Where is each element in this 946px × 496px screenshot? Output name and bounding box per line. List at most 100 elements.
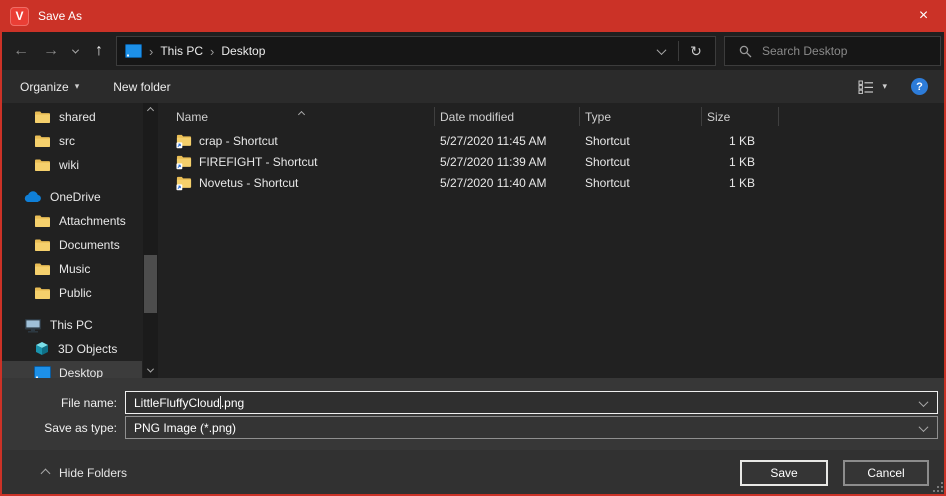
sidebar-item-label: This PC [50,318,93,332]
search-icon [739,45,752,58]
chevron-down-icon [919,422,929,432]
sidebar-item-label: Desktop [59,366,103,378]
up-button[interactable]: ↑ [84,42,114,60]
organize-label: Organize [20,80,69,94]
file-row[interactable]: Novetus - Shortcut 5/27/2020 11:40 AM Sh… [160,172,946,193]
search-input[interactable]: Search Desktop [724,36,941,66]
computer-icon [24,318,42,333]
scroll-up-button[interactable] [143,103,158,118]
window-title: Save As [38,9,901,23]
file-name: FIREFIGHT - Shortcut [199,155,317,169]
hide-folders-button[interactable]: Hide Folders [42,466,740,480]
file-type: Shortcut [579,151,701,172]
file-name-value-stem: LittleFluffyCloud [134,396,220,410]
folder-icon [34,158,51,172]
forward-arrow-icon: → [43,42,59,59]
file-date-modified: 5/27/2020 11:40 AM [434,172,579,193]
forward-button[interactable]: → [36,42,66,60]
sidebar-item-desktop[interactable]: Desktop [0,361,142,378]
file-name: crap - Shortcut [199,134,278,148]
dropdown-triangle-icon: ▾ [75,81,80,92]
up-arrow-icon: ↑ [95,42,103,59]
scrollbar-thumb[interactable] [144,255,157,313]
sidebar-item-attachments[interactable]: Attachments [0,209,142,233]
address-bar[interactable]: › This PC › Desktop ↻ [116,36,716,66]
breadcrumb-desktop[interactable]: Desktop [221,44,265,58]
sidebar-item-label: src [59,134,75,148]
navigation-bar: ← → ↑ › This PC › Desktop ↻ [0,32,946,70]
sidebar-item-label: Music [59,262,90,276]
hide-folders-label: Hide Folders [59,466,127,480]
column-header-size[interactable]: Size [701,103,779,130]
breadcrumb-this-pc[interactable]: This PC [160,44,203,58]
sidebar-item-documents[interactable]: Documents [0,233,142,257]
folder-shortcut-icon [176,175,192,191]
file-row[interactable]: crap - Shortcut 5/27/2020 11:45 AM Short… [160,130,946,151]
folder-shortcut-icon [176,133,192,149]
file-date-modified: 5/27/2020 11:39 AM [434,151,579,172]
breadcrumb-separator-icon: › [210,44,214,59]
title-bar: V Save As × [0,0,946,32]
sidebar-item-onedrive[interactable]: OneDrive [0,185,142,209]
onedrive-cloud-icon [24,191,42,203]
command-toolbar: Organize ▾ New folder ▾ ? [0,70,946,103]
sidebar-item-label: Public [59,286,92,300]
desktop-icon [34,366,51,378]
save-as-dialog: V Save As × ← → ↑ › This PC › Desktop ↻ [0,0,946,496]
file-list: Name Date modified Type Size crap - Shor… [160,103,946,378]
sidebar-item-3d-objects[interactable]: 3D Objects [0,337,142,361]
cube-icon [34,341,50,357]
fields-panel: File name: LittleFluffyCloud.png Save as… [0,378,946,450]
refresh-button[interactable]: ↻ [683,43,709,60]
folder-icon [34,214,51,228]
folder-icon [34,262,51,276]
view-mode-button[interactable]: ▾ [858,80,887,94]
chevron-down-icon [919,397,929,407]
file-name-label: File name: [0,396,125,410]
file-row[interactable]: FIREFIGHT - Shortcut 5/27/2020 11:39 AM … [160,151,946,172]
sidebar-item-label: Attachments [59,214,126,228]
save-button[interactable]: Save [740,460,828,486]
back-arrow-icon: ← [13,42,29,59]
save-as-type-label: Save as type: [0,421,125,435]
sidebar-item-shared[interactable]: shared [0,105,142,129]
file-name-input[interactable]: LittleFluffyCloud.png [125,391,938,414]
resize-grip[interactable] [931,480,943,492]
close-button[interactable]: × [901,0,946,32]
sidebar-item-label: wiki [59,158,79,172]
sidebar-item-label: 3D Objects [58,342,117,356]
column-header-name[interactable]: Name [176,103,434,130]
column-header-blank [779,103,946,130]
sidebar-item-label: shared [59,110,96,124]
help-icon: ? [916,81,923,93]
scroll-down-button[interactable] [143,363,158,378]
main-area: shared src wiki OneDrive Attachments Doc… [0,103,946,378]
chevron-down-icon [71,46,78,53]
sidebar-item-public[interactable]: Public [0,281,142,305]
sidebar-item-music[interactable]: Music [0,257,142,281]
folder-icon [34,110,51,124]
file-size: 1 KB [701,151,779,172]
file-name-value-ext: .png [221,396,244,410]
folder-icon [34,134,51,148]
list-header: Name Date modified Type Size [160,103,946,130]
address-divider [678,41,679,61]
sidebar-item-wiki[interactable]: wiki [0,153,142,177]
details-view-icon [858,80,874,94]
sidebar-item-this-pc[interactable]: This PC [0,313,142,337]
organize-button[interactable]: Organize ▾ [20,80,79,94]
new-folder-button[interactable]: New folder [113,80,170,94]
column-header-date-modified[interactable]: Date modified [434,103,579,130]
save-as-type-select[interactable]: PNG Image (*.png) [125,416,938,439]
recent-locations-button[interactable] [66,49,84,54]
cancel-button[interactable]: Cancel [843,460,929,486]
dropdown-triangle-icon: ▾ [882,81,887,92]
back-button[interactable]: ← [6,42,36,60]
column-header-type[interactable]: Type [579,103,701,130]
address-dropdown-button[interactable] [648,48,674,55]
sidebar-item-src[interactable]: src [0,129,142,153]
help-button[interactable]: ? [911,78,928,95]
search-placeholder: Search Desktop [762,44,847,58]
file-type: Shortcut [579,172,701,193]
sidebar-scrollbar[interactable] [143,103,158,378]
